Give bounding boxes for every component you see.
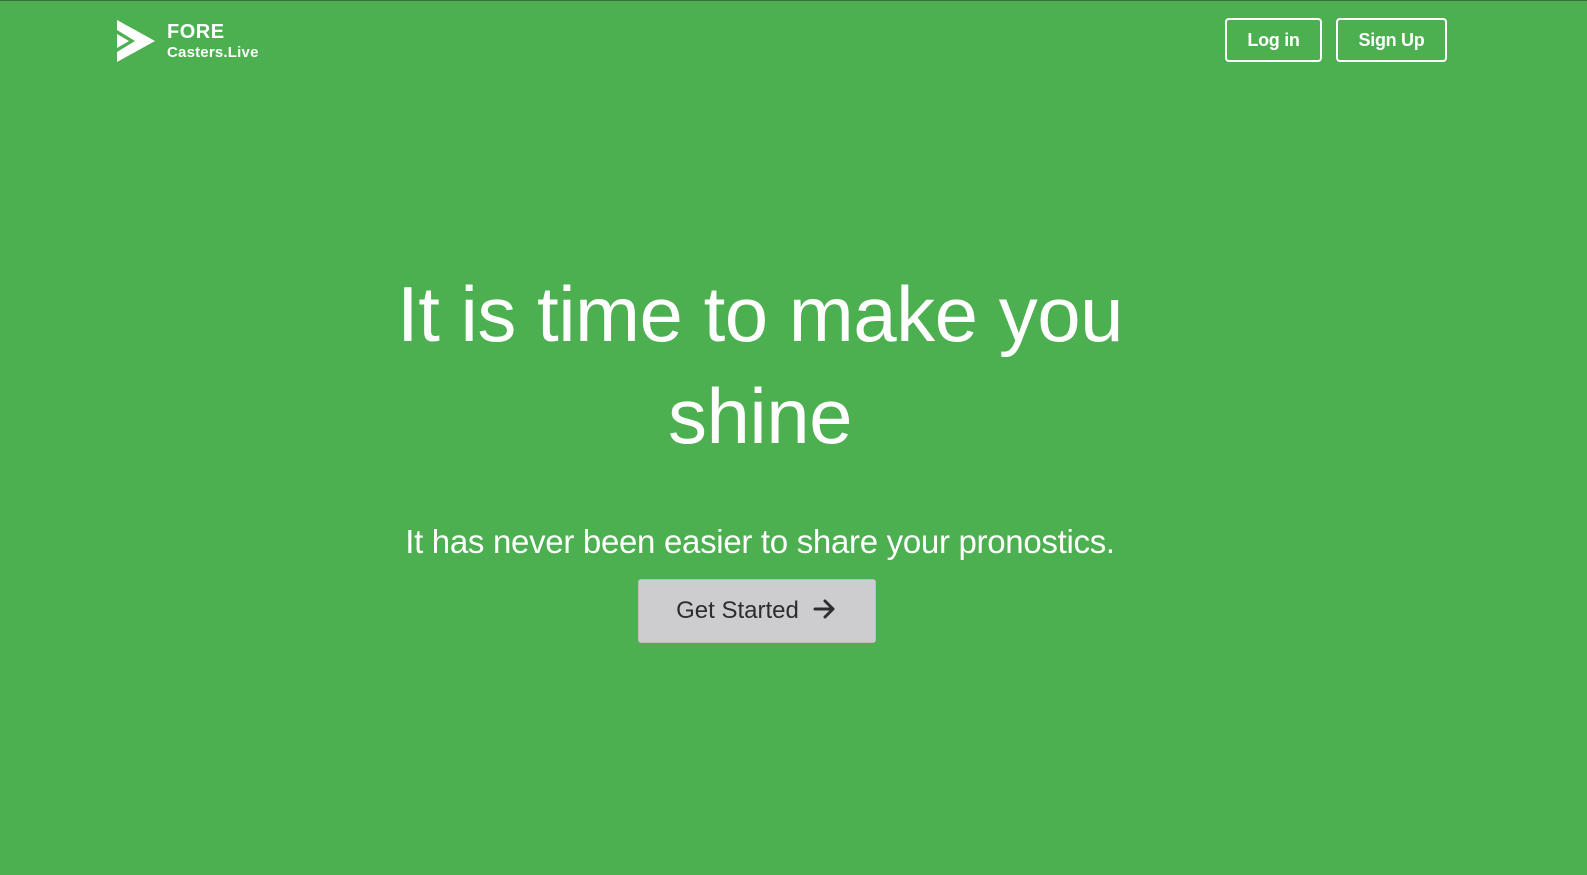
- hero-subtitle: It has never been easier to share your p…: [405, 523, 1115, 560]
- brand-name-line2: Casters.Live: [167, 44, 259, 61]
- get-started-button[interactable]: Get Started: [637, 579, 876, 643]
- hero-title: It is time to make you shine: [397, 270, 1123, 460]
- arrow-right-icon: [813, 598, 837, 624]
- get-started-label: Get Started: [676, 597, 799, 624]
- brand-name-line1: FORE: [167, 21, 225, 43]
- signup-button[interactable]: Sign Up: [1336, 18, 1447, 62]
- hero-section: It is time to make you shine It has neve…: [0, 263, 1520, 643]
- login-button[interactable]: Log in: [1225, 18, 1322, 62]
- play-triangle-icon: [117, 20, 155, 62]
- top-navbar: FORE Casters.Live Log in Sign Up: [0, 1, 1587, 81]
- brand-logo-link[interactable]: FORE Casters.Live: [117, 19, 259, 62]
- auth-buttons: Log in Sign Up: [1225, 18, 1447, 62]
- brand-name: FORE Casters.Live: [167, 19, 259, 60]
